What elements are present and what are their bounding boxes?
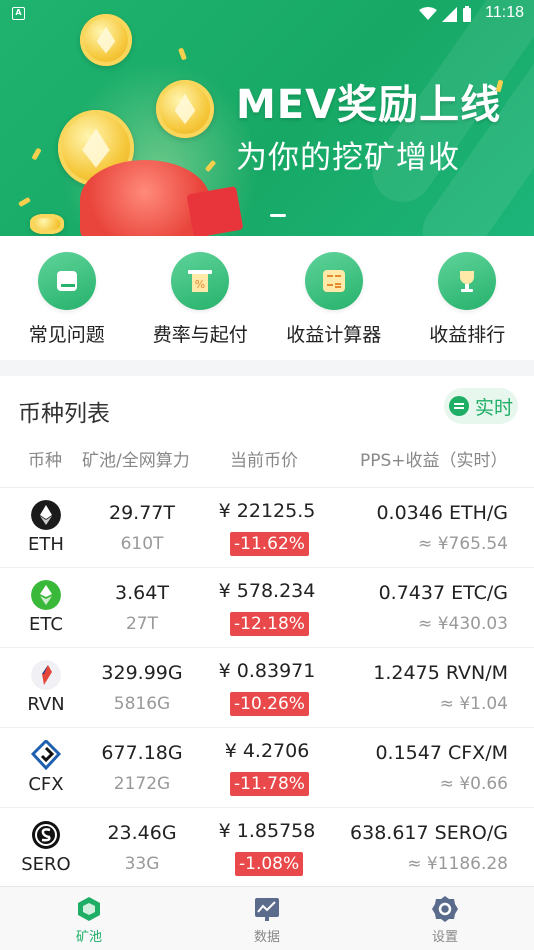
price-change-badge: -11.78% (230, 772, 309, 796)
eth-icon (31, 500, 61, 530)
quick-item-ranking[interactable]: 收益排行 (401, 236, 534, 360)
pool-hashrate: 29.77T (109, 502, 175, 524)
network-hashrate: 33G (124, 854, 160, 874)
cfx-icon (31, 740, 61, 770)
coin-row-etc[interactable]: ETC 3.64T 27T ¥ 578.234 -12.18% 0.7437 E… (0, 568, 534, 648)
realtime-label: 实时 (474, 396, 513, 419)
tab-data[interactable]: 数据 (178, 887, 356, 950)
col-coin: 币种 (28, 451, 62, 471)
col-hashrate: 矿池/全网算力 (82, 451, 190, 471)
network-hashrate: 27T (125, 614, 159, 634)
carousel-indicator (270, 214, 286, 217)
coin-symbol: ETH (28, 534, 64, 555)
tab-settings[interactable]: 设置 (356, 887, 534, 950)
banner-subtitle: 为你的挖矿增收 (236, 140, 460, 176)
coin-symbol: ETC (29, 614, 63, 635)
coin-row-eth[interactable]: ETH 29.77T 610T ¥ 22125.5 -11.62% 0.0346… (0, 488, 534, 568)
earnings: 1.2475 RVN/M (373, 662, 508, 684)
pool-hashrate: 23.46G (107, 822, 177, 844)
tab-pool[interactable]: 矿池 (0, 887, 178, 950)
coin-symbol: SERO (21, 854, 71, 875)
status-time: 11:18 (485, 4, 524, 21)
calculator-icon (304, 252, 363, 310)
tab-label: 设置 (431, 930, 458, 945)
earnings-cny: ≈ ¥765.54 (418, 534, 508, 554)
gold-coin-icon (80, 14, 132, 66)
sero-icon (32, 821, 60, 849)
gold-coin-icon (30, 214, 64, 234)
pool-cube-icon (75, 895, 103, 923)
bottom-tab-bar: 矿池 数据 设置 (0, 886, 534, 950)
earnings: 0.7437 ETC/G (378, 582, 508, 604)
earnings-cny: ≈ ¥0.66 (439, 774, 508, 794)
status-bar: A 11:18 (0, 0, 534, 28)
battery-icon (463, 6, 471, 22)
coin-row-rvn[interactable]: RVN 329.99G 5816G ¥ 0.83971 -10.26% 1.24… (0, 648, 534, 728)
network-hashrate: 2172G (113, 774, 171, 794)
signal-icon (442, 6, 457, 22)
swap-icon (448, 396, 469, 416)
earnings: 0.0346 ETH/G (376, 502, 508, 524)
quick-item-faq[interactable]: 常见问题 (0, 236, 134, 360)
chart-icon (253, 895, 281, 923)
earnings-cny: ≈ ¥1186.28 (407, 854, 508, 874)
realtime-toggle[interactable]: 实时 (444, 388, 518, 424)
coin-list-header: 币种 矿池/全网算力 当前币价 PPS+收益（实时） (0, 438, 534, 488)
settings-icon (431, 895, 459, 923)
network-hashrate: 610T (120, 534, 164, 554)
price-change-badge: -12.18% (230, 612, 309, 636)
coin-list-title: 币种列表 (18, 401, 110, 427)
coin-symbol: CFX (28, 774, 64, 795)
quick-menu: 常见问题 % 费率与起付 收益计算器 收益排行 (0, 236, 534, 360)
coin-row-sero[interactable]: SERO 23.46G 33G ¥ 1.85758 -1.08% 638.617… (0, 808, 534, 888)
coin-price: ¥ 1.85758 (218, 820, 316, 842)
price-change-badge: -10.26% (230, 692, 309, 716)
coin-price: ¥ 4.2706 (224, 740, 310, 762)
trophy-icon (438, 252, 497, 310)
price-change-badge: -1.08% (235, 852, 304, 876)
promo-banner[interactable]: A 11:18 MEV奖励上线 为你的挖矿增收 (0, 0, 534, 236)
quick-label: 费率与起付 (152, 324, 248, 346)
percent-receipt-icon: % (171, 252, 230, 310)
book-icon (37, 252, 96, 310)
coin-row-cfx[interactable]: CFX 677.18G 2172G ¥ 4.2706 -11.78% 0.154… (0, 728, 534, 808)
pool-hashrate: 3.64T (115, 582, 169, 604)
earnings-cny: ≈ ¥1.04 (439, 694, 508, 714)
tab-label: 矿池 (75, 930, 102, 945)
quick-label: 收益排行 (429, 324, 506, 346)
banner-title: MEV奖励上线 (236, 82, 502, 128)
earnings: 0.1547 CFX/M (375, 742, 508, 764)
earnings: 638.617 SERO/G (350, 822, 508, 844)
red-envelope-graphic (186, 185, 244, 236)
gold-coin-icon (156, 80, 214, 138)
etc-icon (31, 580, 61, 610)
quick-label: 收益计算器 (286, 324, 382, 346)
quick-item-fees[interactable]: % 费率与起付 (134, 236, 268, 360)
col-earnings: PPS+收益（实时） (360, 451, 508, 471)
coin-price: ¥ 578.234 (218, 580, 316, 602)
col-price: 当前币价 (230, 451, 298, 471)
quick-item-calculator[interactable]: 收益计算器 (267, 236, 401, 360)
network-hashrate: 5816G (113, 694, 171, 714)
coin-list: 币种列表 实时 币种 矿池/全网算力 当前币价 PPS+收益（实时） ETH 2… (0, 376, 534, 888)
pool-hashrate: 329.99G (101, 662, 183, 684)
earnings-cny: ≈ ¥430.03 (418, 614, 508, 634)
coin-price: ¥ 0.83971 (218, 660, 316, 682)
tab-label: 数据 (253, 930, 280, 945)
svg-text:%: % (195, 278, 205, 291)
coin-price: ¥ 22125.5 (218, 500, 316, 522)
quick-label: 常见问题 (28, 324, 105, 346)
pool-hashrate: 677.18G (101, 742, 183, 764)
wifi-icon (419, 7, 437, 20)
coin-symbol: RVN (27, 694, 65, 715)
rvn-icon (31, 660, 61, 690)
price-change-badge: -11.62% (230, 532, 309, 556)
app-notification-icon: A (12, 7, 25, 20)
